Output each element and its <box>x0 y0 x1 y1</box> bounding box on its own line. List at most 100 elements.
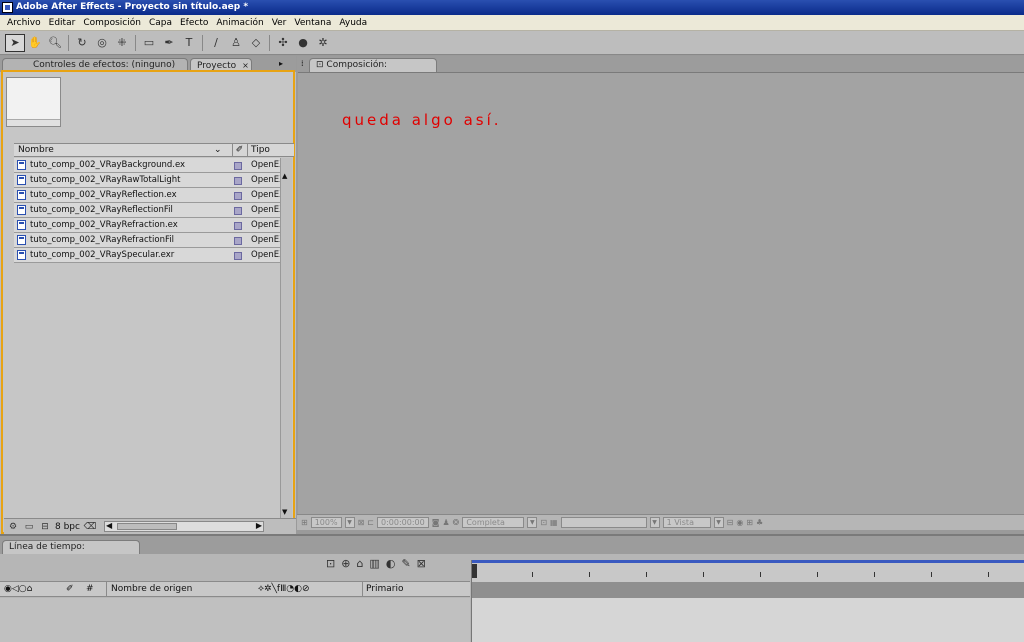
current-time-indicator[interactable] <box>472 564 477 578</box>
pen-tool-icon[interactable]: ✒ <box>159 34 179 52</box>
chevron-down-icon[interactable]: ▼ <box>713 517 724 528</box>
selection-tool-icon[interactable]: ➤ <box>5 33 25 52</box>
clone-stamp-tool-icon[interactable]: ♙ <box>226 34 246 52</box>
menu-efecto[interactable]: Efecto <box>176 18 212 28</box>
menu-ayuda[interactable]: Ayuda <box>335 18 371 28</box>
graph-editor-icon[interactable]: ⊠ <box>417 557 426 570</box>
tab-timeline[interactable]: Línea de tiempo: (ninguno)× <box>2 540 140 566</box>
list-item[interactable]: tuto_comp_002_VRayReflectionFil OpenEXR <box>14 203 280 218</box>
resolution-field[interactable]: Completa <box>462 517 525 528</box>
comp-mini-flowchart-icon[interactable]: ⊡ <box>326 557 335 570</box>
scroll-up-icon[interactable]: ▲ <box>282 172 287 180</box>
camera-view-field[interactable] <box>560 517 647 528</box>
orbit-camera-tool-icon[interactable]: ◎ <box>92 34 112 52</box>
list-item[interactable]: tuto_comp_002_VRayRawTotalLight OpenEXR <box>14 173 280 188</box>
project-horizontal-scrollbar[interactable]: ◀ ▶ <box>103 521 264 532</box>
menu-archivo[interactable]: Archivo <box>3 18 45 28</box>
brainstorm-icon[interactable]: ✎ <box>401 557 410 570</box>
list-item[interactable]: tuto_comp_002_VRaySpecular.exr OpenEXR <box>14 248 280 263</box>
chevron-down-icon[interactable]: ⌄ <box>214 144 222 157</box>
live-update-icon[interactable]: ⊕ <box>341 557 350 570</box>
av-features-icon[interactable]: ◉◁○⌂ <box>4 582 32 597</box>
composition-viewer[interactable]: queda algo así. <box>298 72 1024 514</box>
new-composition-icon[interactable]: ⊟ <box>39 521 51 533</box>
menu-animacion[interactable]: Animación <box>212 18 267 28</box>
bit-depth-label[interactable]: 8 bpc <box>55 522 80 532</box>
list-item[interactable]: tuto_comp_002_VRayBackground.ex OpenEXR <box>14 158 280 173</box>
menu-editar[interactable]: Editar <box>45 18 80 28</box>
label-color-swatch[interactable] <box>234 207 242 215</box>
menu-capa[interactable]: Capa <box>145 18 176 28</box>
switches-icon[interactable]: ⟡✲╲fⅢ◔◐⊘ <box>258 582 310 597</box>
time-ruler[interactable] <box>471 560 1024 582</box>
pan-behind-tool-icon[interactable]: ⁜ <box>112 34 132 52</box>
interpret-footage-icon[interactable]: ⚙ <box>7 521 19 533</box>
label-color-swatch[interactable] <box>234 192 242 200</box>
safe-zones-icon[interactable]: ⊠ <box>358 518 365 527</box>
draft-3d-icon[interactable]: ⌂ <box>356 557 363 570</box>
flowchart-icon[interactable]: ♣ <box>756 518 763 527</box>
column-source-name[interactable]: Nombre de origen <box>111 582 192 597</box>
timeline-icon[interactable]: ⊞ <box>746 518 753 527</box>
transparency-grid-icon[interactable]: ▦ <box>550 518 558 527</box>
text-tool-icon[interactable]: T <box>179 34 199 52</box>
axis-mode-world-icon[interactable]: ● <box>293 34 313 52</box>
timeline-graph-area[interactable] <box>471 598 1024 642</box>
toggle-pixel-aspect-icon[interactable]: ⊟ <box>727 518 734 527</box>
timecode-field[interactable]: 0:00:00:00 <box>376 517 429 528</box>
chevron-down-icon[interactable]: ▼ <box>344 517 355 528</box>
channel-icon[interactable]: ❂ <box>453 518 460 527</box>
eraser-tool-icon[interactable]: ◇ <box>246 34 266 52</box>
rotate-tool-icon[interactable]: ↻ <box>72 34 92 52</box>
lock-icon[interactable]: ⊡ <box>316 60 326 70</box>
mask-tool-icon[interactable]: ▭ <box>139 34 159 52</box>
scroll-thumb[interactable] <box>116 523 177 530</box>
label-column-icon[interactable]: ✐ <box>66 582 74 597</box>
fast-previews-icon[interactable]: ◉ <box>736 518 743 527</box>
brush-tool-icon[interactable]: ∕ <box>206 34 226 52</box>
motion-blur-icon[interactable]: ◐ <box>386 557 396 570</box>
axis-mode-local-icon[interactable]: ✣ <box>273 34 293 52</box>
menu-ventana[interactable]: Ventana <box>290 18 335 28</box>
zoom-field[interactable]: 100% <box>310 517 342 528</box>
label-color-swatch[interactable] <box>234 222 242 230</box>
time-navigator[interactable] <box>471 582 1024 598</box>
label-color-swatch[interactable] <box>234 177 242 185</box>
scroll-right-icon[interactable]: ▶ <box>256 521 262 530</box>
column-name[interactable]: Nombre <box>18 144 54 157</box>
label-color-swatch[interactable] <box>234 162 242 170</box>
frame-blending-icon[interactable]: ▥ <box>369 557 379 570</box>
panel-menu-icon[interactable]: ▸ <box>279 59 283 68</box>
tab-composition[interactable]: ⊡ Composición: (ninguno)▾× <box>309 58 437 84</box>
column-parent[interactable]: Primario <box>366 582 403 597</box>
show-snapshot-icon[interactable]: ♟ <box>442 518 449 527</box>
menu-composicion[interactable]: Composición <box>79 18 145 28</box>
label-color-swatch[interactable] <box>234 252 242 260</box>
list-item[interactable]: tuto_comp_002_VRayRefraction.ex OpenEXR <box>14 218 280 233</box>
column-type[interactable]: Tipo <box>247 144 270 157</box>
grip-icon[interactable]: ⁞ <box>301 59 304 68</box>
timeline-layers-area[interactable] <box>0 598 470 642</box>
zoom-tool-icon[interactable]: 🔍︎ <box>45 34 65 52</box>
mask-visibility-icon[interactable]: ⊏ <box>367 518 374 527</box>
snapshot-icon[interactable]: ◙ <box>432 518 440 527</box>
new-folder-icon[interactable]: ▭ <box>23 521 35 533</box>
label-column-icon[interactable]: ✐ <box>232 144 246 157</box>
region-of-interest-icon[interactable]: ⊡ <box>540 518 547 527</box>
list-item[interactable]: tuto_comp_002_VRayReflection.ex OpenEXR <box>14 188 280 203</box>
label-color-swatch[interactable] <box>234 237 242 245</box>
work-area-bar[interactable] <box>472 560 1024 563</box>
menu-ver[interactable]: Ver <box>268 18 291 28</box>
scroll-down-icon[interactable]: ▼ <box>282 508 287 516</box>
project-vertical-scrollbar[interactable]: ▲ ▼ <box>280 158 292 518</box>
chevron-down-icon[interactable]: ▼ <box>649 517 660 528</box>
view-layout-field[interactable]: 1 Vista <box>662 517 711 528</box>
close-icon[interactable]: × <box>242 61 249 70</box>
hand-tool-icon[interactable]: ✋ <box>25 34 45 52</box>
list-item[interactable]: tuto_comp_002_VRayRefractionFil OpenEXR <box>14 233 280 248</box>
chevron-down-icon[interactable]: ▼ <box>527 517 538 528</box>
trash-icon[interactable]: ⌫ <box>84 521 97 533</box>
axis-mode-view-icon[interactable]: ✲ <box>313 34 333 52</box>
always-preview-icon[interactable]: ⊞ <box>301 518 308 527</box>
column-hash[interactable]: # <box>86 582 94 597</box>
